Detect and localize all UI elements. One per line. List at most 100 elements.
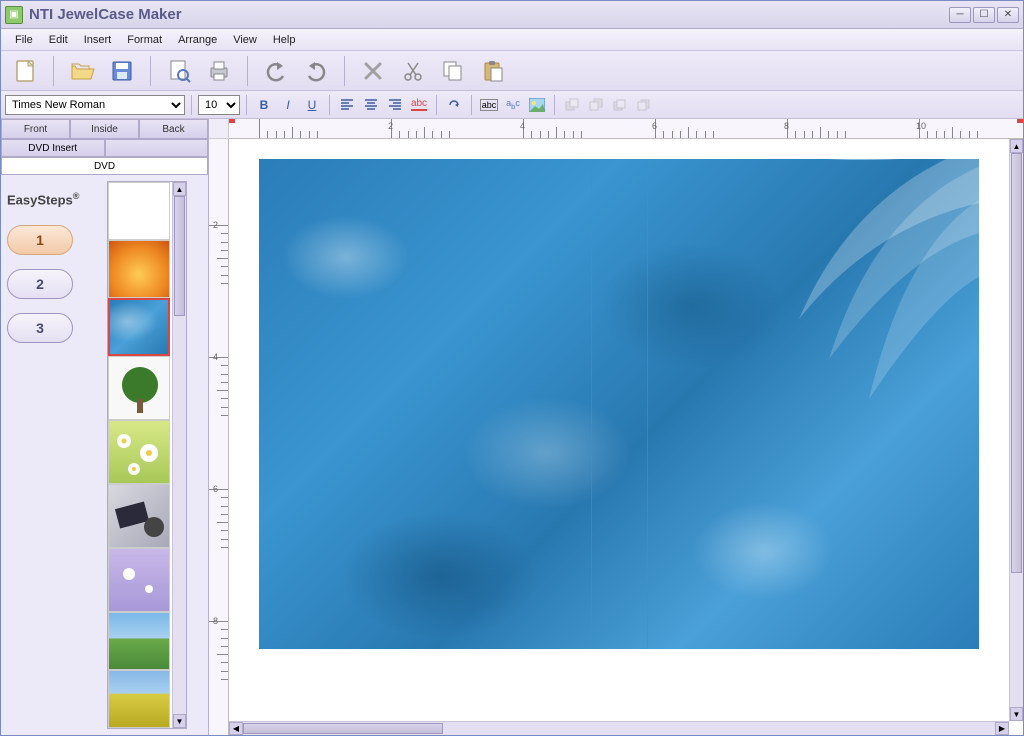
hscroll-right[interactable]: ▶ [995, 722, 1009, 735]
close-button[interactable]: ✕ [997, 7, 1019, 23]
app-window: NTI JewelCase Maker ─ ☐ ✕ File Edit Inse… [0, 0, 1024, 736]
curved-text-button[interactable]: abc [502, 94, 524, 116]
thumb-tree[interactable] [108, 356, 170, 420]
ruler-h-label: 8 [784, 121, 789, 131]
menu-format[interactable]: Format [119, 32, 170, 48]
separator [247, 56, 248, 86]
separator [246, 95, 247, 115]
tab-dvd[interactable]: DVD [1, 157, 208, 175]
thumbs-scroll-thumb[interactable] [174, 196, 185, 316]
menu-file[interactable]: File [7, 32, 41, 48]
insert-image-button[interactable] [526, 94, 548, 116]
text-box-button[interactable]: abc [478, 94, 500, 116]
undo-button[interactable] [258, 54, 294, 88]
underline-button[interactable]: U [301, 94, 323, 116]
maximize-button[interactable]: ☐ [973, 7, 995, 23]
horizontal-ruler[interactable]: 246810 [229, 119, 1023, 139]
tab-front[interactable]: Front [1, 119, 70, 139]
menu-arrange[interactable]: Arrange [170, 32, 225, 48]
page-viewport[interactable] [229, 139, 1023, 735]
new-button[interactable] [7, 54, 43, 88]
tab-blank[interactable] [105, 139, 209, 157]
ruler-h-label: 10 [916, 121, 926, 131]
vscroll-up[interactable]: ▲ [1010, 139, 1023, 153]
sidebar-body: EasySteps® 1 2 3 [1, 175, 208, 735]
vscroll-down[interactable]: ▼ [1010, 707, 1023, 721]
hscroll-left[interactable]: ◀ [229, 722, 243, 735]
paste-button[interactable] [475, 54, 511, 88]
open-button[interactable] [64, 54, 100, 88]
thumbs-scroll-down[interactable]: ▼ [173, 714, 186, 728]
send-backward-button[interactable] [633, 94, 655, 116]
thumb-blank[interactable] [108, 182, 170, 240]
bring-forward-button[interactable] [609, 94, 631, 116]
vscroll-track[interactable] [1010, 153, 1023, 707]
ruler-h-label: 4 [520, 121, 525, 131]
decoration-swoosh [679, 139, 999, 459]
ruler-h-label: 2 [388, 121, 393, 131]
bold-button[interactable]: B [253, 94, 275, 116]
separator [436, 95, 437, 115]
delete-button[interactable] [355, 54, 391, 88]
separator [471, 95, 472, 115]
ruler-v-label: 6 [213, 484, 218, 494]
hscroll-track[interactable] [243, 722, 995, 735]
main-area: Front Inside Back DVD Insert DVD EasySte… [1, 119, 1023, 735]
menubar: File Edit Insert Format Arrange View Hel… [1, 29, 1023, 51]
align-center-button[interactable] [360, 94, 382, 116]
thumb-sky-field[interactable] [108, 612, 170, 670]
redo-button[interactable] [298, 54, 334, 88]
align-left-button[interactable] [336, 94, 358, 116]
menu-help[interactable]: Help [265, 32, 304, 48]
menu-view[interactable]: View [225, 32, 265, 48]
menu-edit[interactable]: Edit [41, 32, 76, 48]
font-family-select[interactable]: Times New Roman [5, 95, 185, 115]
font-size-select[interactable]: 10 [198, 95, 240, 115]
titlebar: NTI JewelCase Maker ─ ☐ ✕ [1, 1, 1023, 29]
print-button[interactable] [201, 54, 237, 88]
tab-back[interactable]: Back [139, 119, 208, 139]
align-right-button[interactable] [384, 94, 406, 116]
bring-front-button[interactable] [561, 94, 583, 116]
thumbs-scrollbar: ▲ ▼ [172, 182, 186, 728]
print-preview-button[interactable] [161, 54, 197, 88]
app-title: NTI JewelCase Maker [29, 6, 949, 23]
canvas-area: 246810 2468 [209, 119, 1023, 735]
thumb-water[interactable] [108, 298, 170, 356]
separator [191, 95, 192, 115]
menu-insert[interactable]: Insert [76, 32, 120, 48]
cut-button[interactable] [395, 54, 431, 88]
thumbs-scroll-up[interactable]: ▲ [173, 182, 186, 196]
send-back-button[interactable] [585, 94, 607, 116]
step-2-button[interactable]: 2 [7, 269, 73, 299]
thumb-yellow-field[interactable] [108, 670, 170, 728]
vertical-ruler[interactable]: 2468 [209, 139, 229, 735]
dvd-wrap-image[interactable] [259, 159, 979, 649]
italic-button[interactable]: I [277, 94, 299, 116]
thumb-orange[interactable] [108, 240, 170, 298]
font-color-button[interactable]: abc [408, 94, 430, 116]
easysteps-title: EasySteps® [7, 191, 103, 207]
ruler-left-marker[interactable] [229, 119, 235, 123]
copy-button[interactable] [435, 54, 471, 88]
thumb-tech[interactable] [108, 484, 170, 548]
main-toolbar [1, 51, 1023, 91]
fold-guide-1 [591, 159, 592, 649]
thumb-flower-purple[interactable] [108, 548, 170, 612]
tab-inside[interactable]: Inside [70, 119, 139, 139]
thumb-daisies[interactable] [108, 420, 170, 484]
ruler-corner [209, 119, 229, 139]
window-controls: ─ ☐ ✕ [949, 7, 1019, 23]
text-direction-button[interactable] [443, 94, 465, 116]
ruler-right-marker[interactable] [1017, 119, 1023, 123]
step-1-button[interactable]: 1 [7, 225, 73, 255]
page[interactable] [259, 159, 979, 679]
vscroll-thumb[interactable] [1011, 153, 1022, 573]
minimize-button[interactable]: ─ [949, 7, 971, 23]
ruler-v-label: 2 [213, 220, 218, 230]
app-icon [5, 6, 23, 24]
hscroll-thumb[interactable] [243, 723, 443, 734]
tab-dvd-insert[interactable]: DVD Insert [1, 139, 105, 157]
step-3-button[interactable]: 3 [7, 313, 73, 343]
save-button[interactable] [104, 54, 140, 88]
